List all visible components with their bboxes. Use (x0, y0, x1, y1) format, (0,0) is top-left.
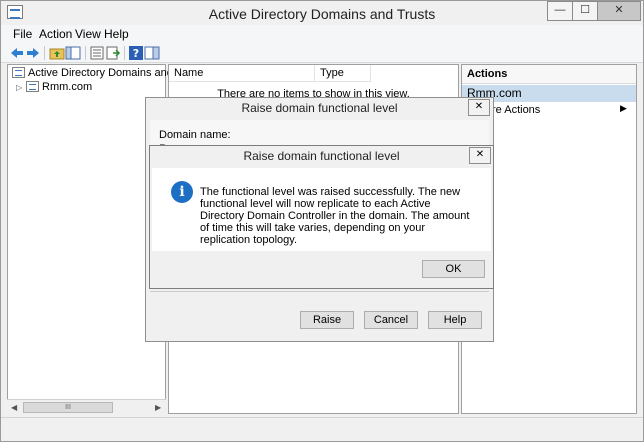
export-icon[interactable] (105, 45, 121, 61)
panel-icon[interactable] (144, 45, 160, 61)
actions-header: Actions (462, 65, 636, 84)
help-icon[interactable]: ? (128, 45, 144, 61)
submenu-arrow-icon: ▶ (620, 103, 627, 113)
menu-help[interactable]: Help (104, 27, 129, 41)
scroll-left-arrow-icon[interactable]: ◀ (11, 403, 17, 412)
tree-item-label: Rmm.com (42, 81, 93, 93)
maximize-button[interactable]: ☐ (572, 1, 598, 21)
status-bar (1, 417, 643, 441)
menu-view[interactable]: View (75, 27, 101, 41)
forward-icon[interactable] (25, 45, 41, 61)
dialog-close-button[interactable]: ✕ (468, 99, 490, 116)
minimize-button[interactable]: — (547, 1, 573, 21)
svg-text:?: ? (133, 47, 139, 60)
domain-icon (26, 81, 39, 92)
message-dialog-close-button[interactable]: ✕ (469, 147, 491, 164)
cancel-button[interactable]: Cancel (364, 311, 418, 329)
toolbar-separator (124, 46, 125, 60)
toolbar-separator (44, 46, 45, 60)
dialog-divider (150, 291, 489, 292)
tree-pane: Active Directory Domains and Trust ▷ Rmm.… (7, 64, 200, 414)
scroll-right-arrow-icon[interactable]: ▶ (155, 403, 161, 412)
domains-trusts-icon (12, 67, 25, 78)
more-actions-link[interactable]: re Actions (492, 104, 540, 116)
success-message-dialog: Raise domain functional level ✕ i The fu… (149, 145, 494, 289)
tree-item-rmm[interactable]: ▷ Rmm.com (16, 81, 92, 95)
message-body: i The functional level was raised succes… (152, 168, 491, 251)
show-hide-tree-icon[interactable] (65, 45, 81, 61)
column-header-type[interactable]: Type (315, 65, 371, 82)
toolbar: ? (1, 43, 643, 63)
success-message-text: The functional level was raised successf… (200, 186, 470, 246)
back-icon[interactable] (9, 45, 25, 61)
up-folder-icon[interactable] (49, 45, 65, 61)
properties-icon[interactable] (89, 45, 105, 61)
raise-button[interactable]: Raise (300, 311, 354, 329)
close-button[interactable]: ✕ (597, 1, 641, 21)
title-bar: Active Directory Domains and Trusts — ☐ … (1, 1, 643, 25)
domain-name-label: Domain name: (159, 129, 231, 141)
menu-action[interactable]: Action (39, 27, 72, 41)
help-button[interactable]: Help (428, 311, 482, 329)
ok-button[interactable]: OK (422, 260, 485, 278)
tree-horizontal-scrollbar[interactable]: ◀ III ▶ (7, 399, 166, 415)
toolbar-separator (85, 46, 86, 60)
message-dialog-title: Raise domain functional level (243, 149, 400, 163)
scrollbar-thumb[interactable]: III (23, 402, 113, 413)
menu-file[interactable]: File (13, 27, 32, 41)
dialog-title: Raise domain functional level (241, 101, 398, 115)
column-header-name[interactable]: Name (169, 65, 315, 82)
info-icon: i (171, 181, 193, 203)
menu-bar: File Action View Help (1, 25, 643, 43)
expand-icon[interactable]: ▷ (16, 83, 26, 92)
